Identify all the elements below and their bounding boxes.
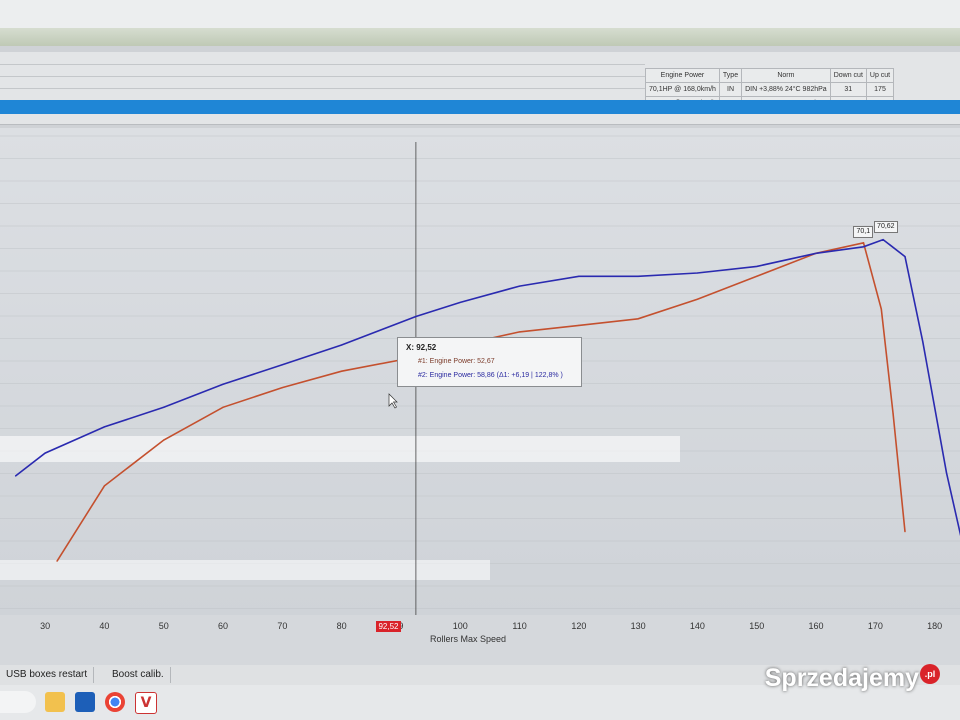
watermark-text: Sprzedajemy: [764, 664, 919, 692]
peak-label-1: 70,1: [853, 225, 874, 238]
series-1-point: [281, 387, 283, 389]
x-tick-label: 50: [158, 621, 169, 631]
series-2-point: [341, 344, 343, 346]
series-2-point: [756, 265, 758, 268]
x-tick-label: 130: [630, 621, 646, 631]
series-2-point: [862, 246, 865, 248]
x-tick-label: 160: [808, 621, 824, 631]
series-1-point: [862, 242, 865, 244]
series-1-point: [756, 275, 758, 277]
series-1-point: [56, 560, 58, 562]
runs-header-cell[interactable]: Engine Power: [645, 68, 720, 83]
x-tick-label: 170: [867, 621, 883, 631]
x-axis: 1801701601501401301201101009807060504030…: [0, 615, 960, 665]
series-1-point: [222, 406, 224, 408]
boost-calib-button[interactable]: Boost calib.: [106, 667, 171, 683]
chart-tooltip: X: 92,52 #1: Engine Power: 52,67 #2: Eng…: [397, 337, 582, 387]
series-2-point: [922, 341, 924, 343]
title-bar: [0, 28, 960, 46]
runs-header-cell[interactable]: Down cut: [829, 68, 867, 83]
series-2-point: [415, 315, 417, 318]
top-bar: [0, 0, 960, 30]
x-tick-label: 30: [40, 621, 51, 631]
series-1-point: [163, 439, 165, 441]
series-1-point: [518, 331, 521, 333]
series-2-point: [163, 406, 165, 408]
chrome-icon[interactable]: [105, 692, 125, 712]
x-tick-label: 120: [571, 621, 587, 631]
series-2-point: [882, 238, 884, 241]
x-tick-label: 110: [512, 621, 527, 631]
taskbar-search[interactable]: [0, 691, 36, 713]
tooltip-line-2: #2: Engine Power: 58,86 (Δ1: +6,19 | 122…: [418, 372, 563, 379]
series-2-point: [578, 275, 580, 277]
series-1-point: [103, 485, 106, 487]
x-tick-label: 70: [277, 621, 288, 631]
series-2-point: [637, 275, 639, 277]
x-tick-label: 150: [749, 621, 765, 631]
series-2-point: [904, 256, 906, 258]
file-explorer-icon[interactable]: [45, 692, 65, 712]
series-1-point: [578, 324, 580, 326]
x-tick-label: 80: [336, 621, 347, 631]
runs-cell: DIN +3,88% 24°C 982hPa: [741, 82, 831, 97]
series-2-point: [696, 272, 699, 274]
tooltip-header: X: 92,52: [406, 343, 437, 352]
runs-header-cell[interactable]: Norm: [741, 68, 831, 83]
runs-panel: Engine Power Type Norm Down cut Up cut 70,1H…: [0, 52, 960, 125]
series-1-point: [892, 413, 894, 415]
runs-header-cell[interactable]: Up cut: [865, 68, 895, 83]
x-tick-label: 40: [99, 621, 110, 631]
series-2-point: [44, 452, 46, 454]
watermark-suffix: .pl: [920, 664, 940, 684]
watermark-logo: Sprzedajemy .pl: [765, 664, 940, 693]
x-tick-label: 100: [452, 621, 468, 631]
x-tick-label: 60: [218, 621, 229, 631]
series-2-point: [222, 383, 224, 385]
runs-cell: 31: [829, 82, 867, 97]
x-axis-label: Rollers Max Speed: [429, 634, 507, 644]
tooltip-line-1: #1: Engine Power: 52,67: [418, 358, 495, 365]
series-1-point: [904, 531, 906, 533]
series-2-point: [518, 285, 521, 287]
x-tick-label: 140: [689, 621, 705, 631]
runs-row[interactable]: 70,1HP @ 168,0km/h IN DIN +3,88% 24°C 982h…: [645, 82, 895, 97]
series-2-point: [281, 364, 283, 366]
cursor-x-marker: 92,52: [376, 621, 401, 632]
series-2-point: [945, 472, 948, 474]
peak-label-2: 70,62: [874, 220, 898, 233]
app-v-icon[interactable]: V: [135, 692, 157, 714]
series-2-point: [815, 252, 817, 254]
runs-cell: 175: [865, 82, 895, 97]
runs-header-cell[interactable]: Type: [718, 68, 743, 83]
series-1-point: [880, 308, 882, 310]
runs-cell: 70,1HP @ 168,0km/h: [645, 82, 720, 97]
series-2-point: [459, 301, 461, 304]
runs-cell: IN: [718, 82, 743, 97]
series-1-point: [341, 370, 343, 372]
selected-run-bar[interactable]: [0, 100, 960, 114]
series-2-point: [103, 426, 106, 428]
x-tick-label: 180: [927, 621, 943, 631]
series-2-point: [14, 475, 17, 477]
usb-boxes-restart-button[interactable]: USB boxes restart: [0, 667, 95, 683]
series-1-point: [637, 318, 639, 320]
mail-icon[interactable]: [75, 692, 95, 712]
series-1-point: [696, 298, 699, 300]
